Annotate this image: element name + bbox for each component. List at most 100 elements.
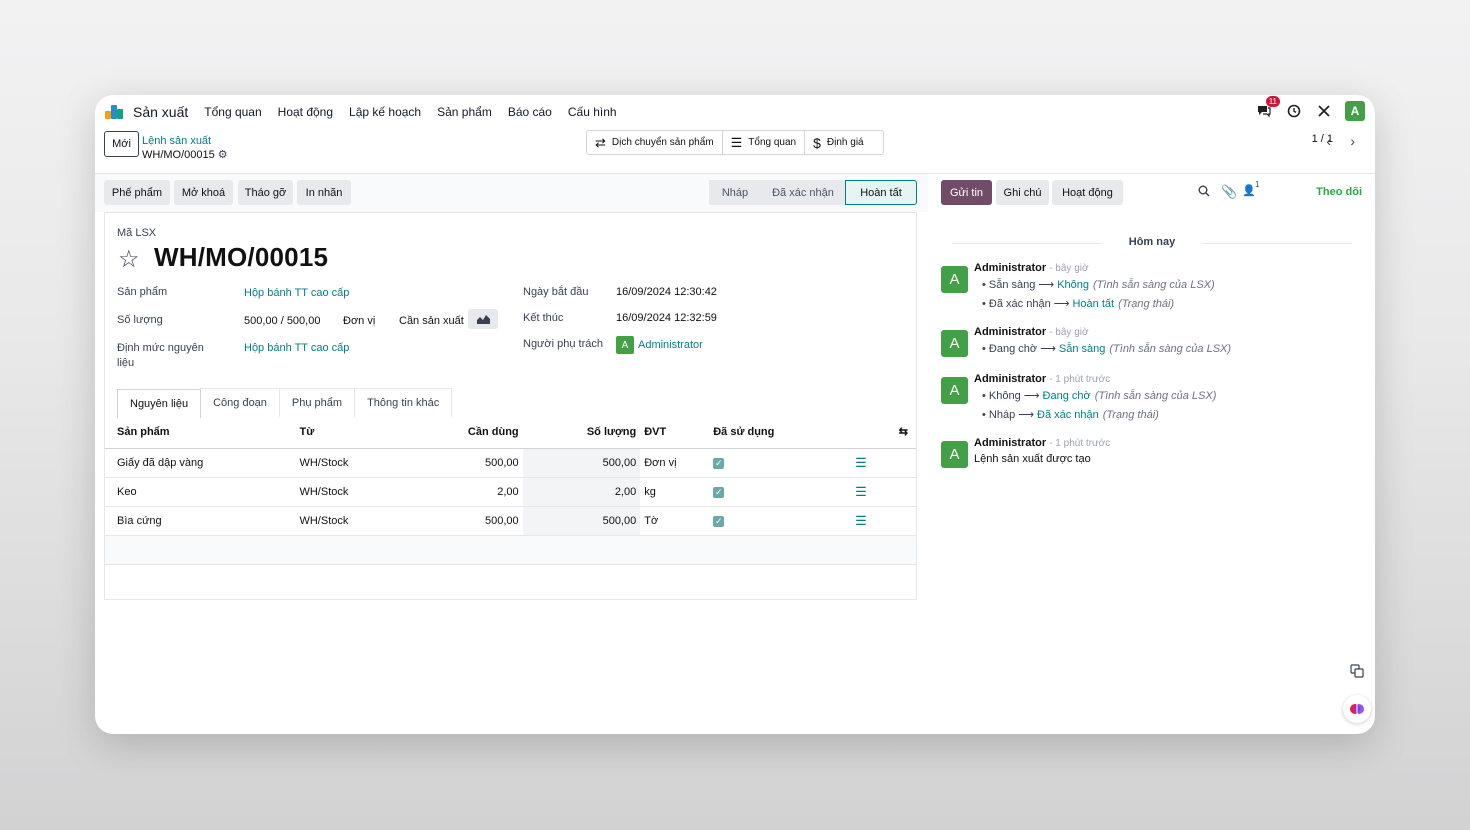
cell-detail[interactable]: ☰ [855,448,916,478]
checkbox-checked-icon[interactable]: ✓ [713,457,725,469]
log-note-button[interactable]: Ghi chú [996,180,1049,205]
forecast-chart-button[interactable] [468,309,498,329]
cell-consumed[interactable]: ✓ [713,448,856,478]
clock-icon[interactable] [1285,102,1303,120]
new-button[interactable]: Mới [104,131,139,157]
send-message-button[interactable]: Gửi tin [941,180,992,205]
cell-product[interactable]: Keo [105,477,288,507]
cell-from[interactable]: WH/Stock [287,448,399,478]
avatar[interactable]: A [941,377,968,404]
manufacturing-logo-icon[interactable] [105,105,125,119]
cell-consumed[interactable]: ✓ [713,477,856,507]
stage-confirmed[interactable]: Đã xác nhận [761,180,845,205]
pager-next-icon[interactable]: › [1350,133,1355,149]
table-row[interactable]: Keo WH/Stock 2,00 2,00 kg ✓ ☰ [105,477,916,507]
detail-list-icon[interactable]: ☰ [855,484,867,499]
end-date-field[interactable]: 16/09/2024 12:32:59 [616,312,717,324]
pager-prev-icon[interactable]: ‹ [1326,133,1331,149]
avatar[interactable]: A [941,266,968,293]
follow-button[interactable]: Theo dõi [1316,186,1362,198]
message-author[interactable]: Administrator [974,373,1046,385]
unlock-button[interactable]: Mở khoá [174,180,233,205]
cell-from[interactable]: WH/Stock [287,506,399,536]
menu-products[interactable]: Sản phẩm [437,105,492,119]
optional-columns-icon[interactable]: ⇆ [855,416,916,449]
menu-planning[interactable]: Lập kế hoạch [349,105,421,119]
tab-work-orders[interactable]: Công đoạn [200,388,280,417]
uom-field[interactable]: Đơn vị [343,315,375,327]
user-avatar[interactable]: A [1345,101,1365,121]
cell-uom[interactable]: kg [640,477,714,507]
tracking-line: • Sẵn sàng ⟶ Không (Tình sẵn sàng của LSX) [982,279,1215,291]
cell-product[interactable]: Bìa cứng [105,506,288,536]
product-field[interactable]: Hộp bánh TT cao cấp [244,287,349,299]
message-author[interactable]: Administrator [974,326,1046,338]
message-author[interactable]: Administrator [974,262,1046,274]
followers-icon[interactable]: 👤 [1242,184,1256,197]
quantity-field[interactable]: 500,00 / 500,00 [244,315,320,327]
tab-components[interactable]: Nguyên liệu [117,389,202,418]
search-icon[interactable] [1198,185,1210,200]
app-name[interactable]: Sản xuất [133,104,188,120]
overview-label: Tổng quan [748,137,797,148]
ai-brain-icon[interactable] [1343,695,1371,723]
detail-list-icon[interactable]: ☰ [855,513,867,528]
star-icon[interactable]: ☆ [118,245,140,274]
cell-quantity[interactable]: 2,00 [522,477,641,507]
cell-quantity[interactable]: 500,00 [522,448,641,478]
avatar[interactable]: A [941,330,968,357]
cell-uom[interactable]: Tờ [640,506,714,536]
page-title: WH/MO/00015 [154,242,329,272]
detail-list-icon[interactable]: ☰ [855,455,867,470]
new-value: Không [1057,279,1089,291]
breadcrumb-parent[interactable]: Lệnh sản xuất [142,135,228,148]
cell-from[interactable]: WH/Stock [287,477,399,507]
scrap-button[interactable]: Phế phẩm [104,180,170,205]
stage-done[interactable]: Hoàn tất [845,180,917,205]
cell-detail[interactable]: ☰ [855,506,916,536]
menu-overview[interactable]: Tổng quan [204,105,261,119]
table-row[interactable]: Bìa cứng WH/Stock 500,00 500,00 Tờ ✓ ☰ [105,506,916,536]
start-date-field[interactable]: 16/09/2024 12:30:42 [616,286,717,298]
checkbox-checked-icon[interactable]: ✓ [713,486,725,498]
overview-button[interactable]: ☰ Tổng quan [723,131,806,154]
tracking-line: • Đã xác nhận ⟶ Hoàn tất (Trạng thái) [982,298,1175,310]
col-quantity[interactable]: Số lượng [522,416,641,449]
gear-icon[interactable]: ⚙ [218,149,228,161]
unbuild-button[interactable]: Tháo gỡ [238,180,293,205]
valuation-button[interactable]: $ Định giá [805,131,883,154]
menu-configuration[interactable]: Cấu hình [568,105,617,119]
print-labels-button[interactable]: In nhãn [297,180,351,205]
cell-uom[interactable]: Đơn vị [640,448,714,478]
col-product[interactable]: Sản phẩm [105,416,288,449]
cell-detail[interactable]: ☰ [855,477,916,507]
menu-reporting[interactable]: Báo cáo [508,105,552,119]
col-needed[interactable]: Cần dùng [398,416,523,449]
activities-button[interactable]: Hoạt động [1052,180,1123,205]
chat-icon[interactable]: 11 [1255,96,1280,120]
paperclip-icon[interactable]: 📎 [1221,184,1237,200]
responsible-field[interactable]: Administrator [638,339,703,351]
new-value: Sẵn sàng [1058,343,1106,355]
tools-icon[interactable] [1315,102,1333,120]
table-row[interactable]: Giấy đã dập vàng WH/Stock 500,00 500,00 … [105,448,916,478]
avatar[interactable]: A [941,441,968,468]
col-uom[interactable]: ĐVT [640,416,714,449]
tab-misc[interactable]: Thông tin khác [354,388,453,417]
col-consumed[interactable]: Đã sử dụng [713,416,856,449]
message-author[interactable]: Administrator [974,437,1046,449]
translate-icon[interactable] [1343,657,1371,685]
tracking-line: • Không ⟶ Đang chờ (Tình sẵn sàng của LSX) [982,390,1217,402]
new-value: Đã xác nhận [1037,409,1099,421]
cell-product[interactable]: Giấy đã dập vàng [105,448,288,478]
bom-field[interactable]: Hộp bánh TT cao cấp [244,342,349,354]
stage-draft[interactable]: Nháp [709,180,761,205]
cell-quantity[interactable]: 500,00 [522,506,641,536]
checkbox-checked-icon[interactable]: ✓ [713,515,725,527]
ref-label: Mã LSX [117,227,157,239]
stock-moves-button[interactable]: ⇄ Dịch chuyển sản phẩm [587,131,723,154]
col-from[interactable]: Từ [287,416,399,449]
menu-operations[interactable]: Hoạt động [278,105,333,119]
tab-by-products[interactable]: Phụ phẩm [278,388,356,417]
cell-consumed[interactable]: ✓ [713,506,856,536]
